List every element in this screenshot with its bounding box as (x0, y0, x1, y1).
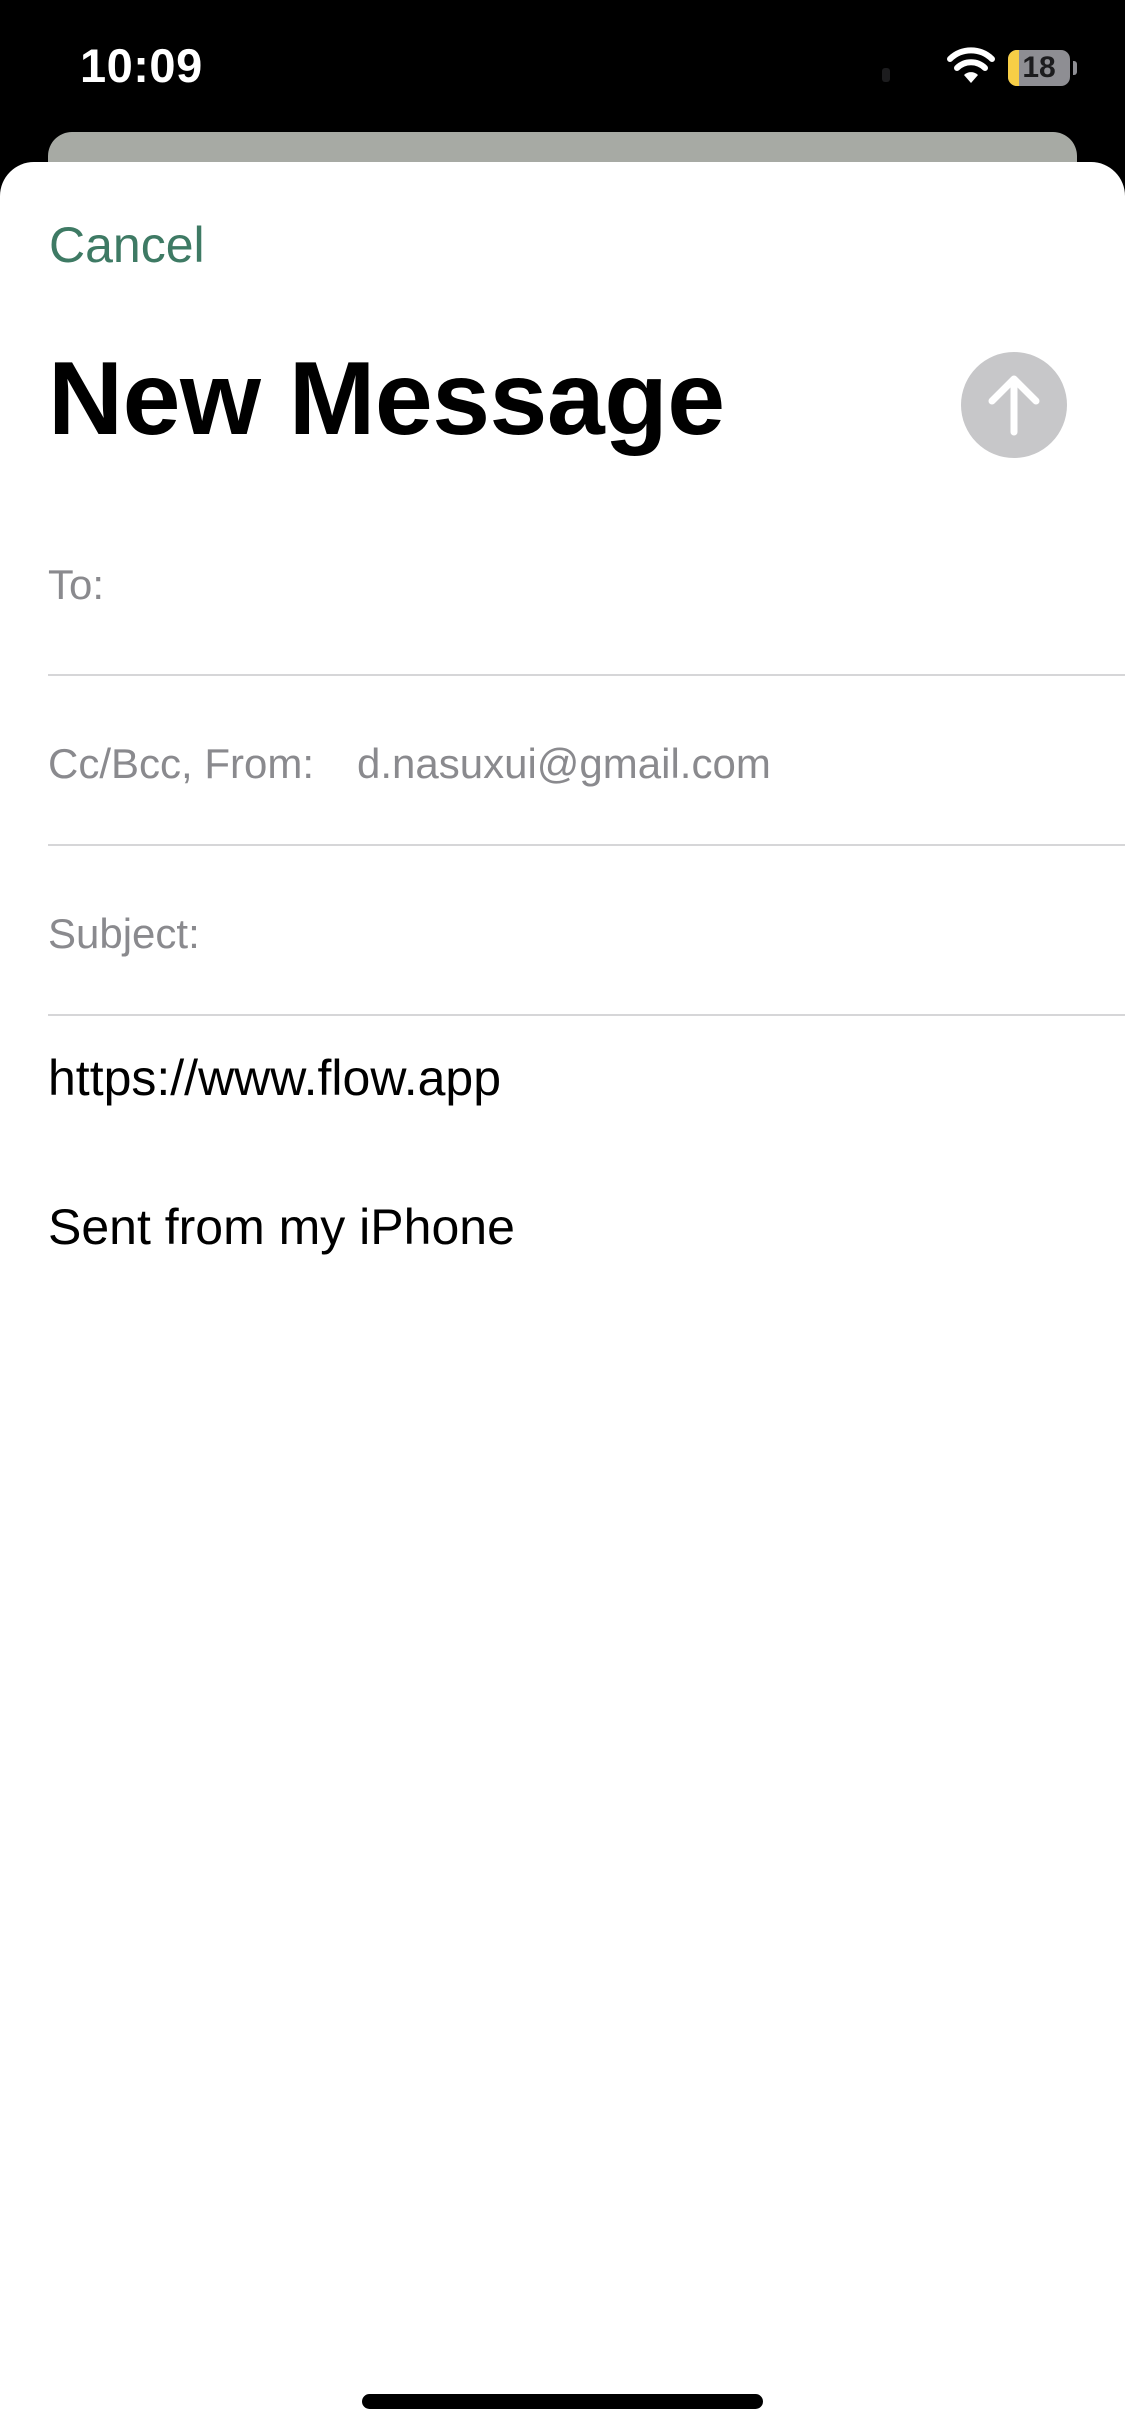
battery-icon: 18 (1008, 50, 1077, 86)
body-link[interactable]: https://www.flow.app (48, 1049, 501, 1107)
cc-bcc-from-label: Cc/Bcc, From: (48, 740, 315, 787)
subject-field[interactable]: Subject: (48, 844, 1125, 1016)
send-button[interactable] (961, 352, 1067, 458)
from-address[interactable]: d.nasuxui@gmail.com (357, 740, 771, 788)
wifi-icon (947, 47, 995, 83)
body-signature[interactable]: Sent from my iPhone (48, 1198, 515, 1256)
cancel-button[interactable]: Cancel (49, 216, 205, 274)
compose-sheet: Cancel New Message To: Cc/Bcc, From: d.n… (0, 162, 1125, 2436)
subject-label: Subject: (48, 910, 200, 957)
status-bar: 10:09 18 (0, 0, 1125, 135)
page-title: New Message (48, 341, 725, 457)
arrow-up-icon (988, 375, 1040, 436)
to-field[interactable]: To: (48, 504, 1125, 676)
battery-body: 18 (1008, 50, 1070, 86)
status-time: 10:09 (80, 39, 203, 92)
cc-bcc-from-field[interactable]: Cc/Bcc, From: d.nasuxui@gmail.com (48, 674, 1125, 846)
to-label: To: (48, 561, 105, 608)
camera-indicator (882, 68, 890, 82)
battery-tip (1073, 61, 1077, 75)
battery-level: 18 (1022, 51, 1056, 84)
home-indicator[interactable] (362, 2394, 763, 2409)
